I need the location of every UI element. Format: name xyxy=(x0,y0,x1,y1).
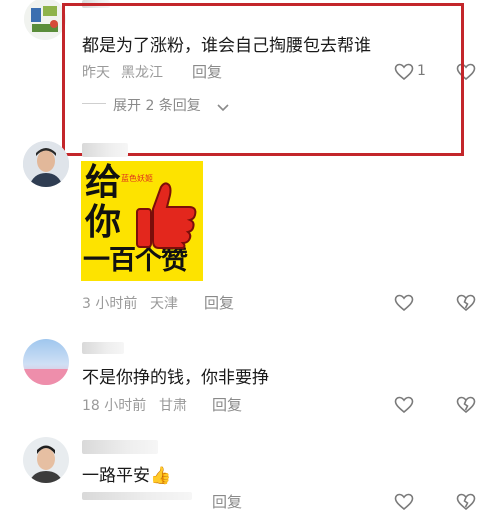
comment-time: 18 小时前 xyxy=(82,398,147,414)
reply-button[interactable]: 回复 xyxy=(212,394,242,415)
heart-icon[interactable] xyxy=(394,294,414,316)
comment-meta-blurred xyxy=(82,492,192,500)
highlight-box xyxy=(62,3,464,156)
broken-heart-icon[interactable] xyxy=(456,396,476,418)
sticker-line: 给 xyxy=(85,162,122,203)
broken-heart-icon[interactable] xyxy=(456,294,476,316)
comment-location: 甘肃 xyxy=(159,398,187,414)
reply-button[interactable]: 回复 xyxy=(212,491,242,512)
reply-button[interactable]: 回复 xyxy=(204,292,234,313)
comment-text: 一路平安👍 xyxy=(82,466,172,486)
heart-icon[interactable] xyxy=(394,493,414,515)
sticker-line: 你 xyxy=(85,202,122,243)
broken-heart-icon[interactable] xyxy=(456,493,476,515)
avatar[interactable] xyxy=(23,141,69,187)
sticker-image[interactable]: 给 你 一百个赞 蓝色妖姬 xyxy=(81,161,203,281)
comment-time: 3 小时前 xyxy=(82,296,138,312)
comment-location: 天津 xyxy=(150,296,178,312)
username-blurred xyxy=(82,440,158,454)
avatar[interactable] xyxy=(23,437,69,483)
comment-text: 不是你挣的钱，你非要挣 xyxy=(82,368,269,388)
username-blurred xyxy=(82,143,128,157)
avatar[interactable] xyxy=(23,339,69,385)
username-blurred xyxy=(82,342,124,354)
heart-icon[interactable] xyxy=(394,396,414,418)
thumbs-up-icon xyxy=(131,179,201,253)
avatar[interactable] xyxy=(24,0,66,40)
